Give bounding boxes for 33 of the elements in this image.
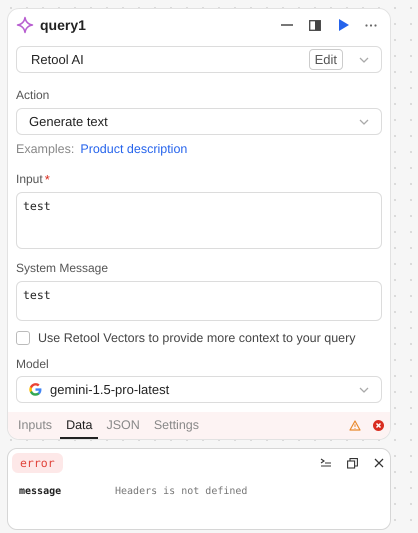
input-field[interactable]: test	[16, 192, 382, 249]
error-badge: error	[12, 453, 63, 473]
format-icon[interactable]	[320, 458, 331, 468]
edit-button[interactable]: Edit	[308, 49, 343, 70]
run-icon[interactable]	[338, 19, 348, 31]
tab[interactable]: Data	[60, 412, 98, 439]
chevron-down-icon	[359, 386, 369, 392]
field-label: Model	[16, 357, 50, 371]
examples-label: Examples:	[16, 142, 74, 156]
checkbox-label: Use Retool Vectors to provide more context to your query	[38, 331, 356, 345]
copy-icon[interactable]	[347, 458, 358, 468]
error-key: message	[19, 486, 115, 497]
more-icon[interactable]	[365, 24, 377, 26]
example-link[interactable]: Product description	[80, 142, 188, 156]
field-label: System Message	[16, 261, 110, 275]
model-select[interactable]: gemini-1.5-pro-latest	[16, 376, 382, 403]
system-message-field[interactable]: test	[16, 281, 382, 321]
checkbox[interactable]	[16, 331, 30, 345]
chevron-down-icon	[359, 56, 369, 62]
sparkle-icon	[16, 16, 34, 34]
field-label: Input	[16, 172, 43, 186]
close-icon[interactable]	[374, 458, 384, 468]
error-message: Headers is not defined	[115, 486, 248, 497]
google-g-icon	[29, 383, 42, 396]
resource-select[interactable]: Retool AI Edit	[16, 46, 382, 73]
error-icon	[373, 420, 384, 431]
required-mark: *	[44, 172, 50, 186]
query-title: query1	[40, 17, 87, 33]
chevron-down-icon	[359, 118, 369, 124]
side-panel-icon[interactable]	[309, 20, 321, 30]
warning-icon	[349, 420, 361, 431]
action-select[interactable]: Generate text	[16, 108, 382, 135]
field-label: Action	[16, 88, 50, 102]
